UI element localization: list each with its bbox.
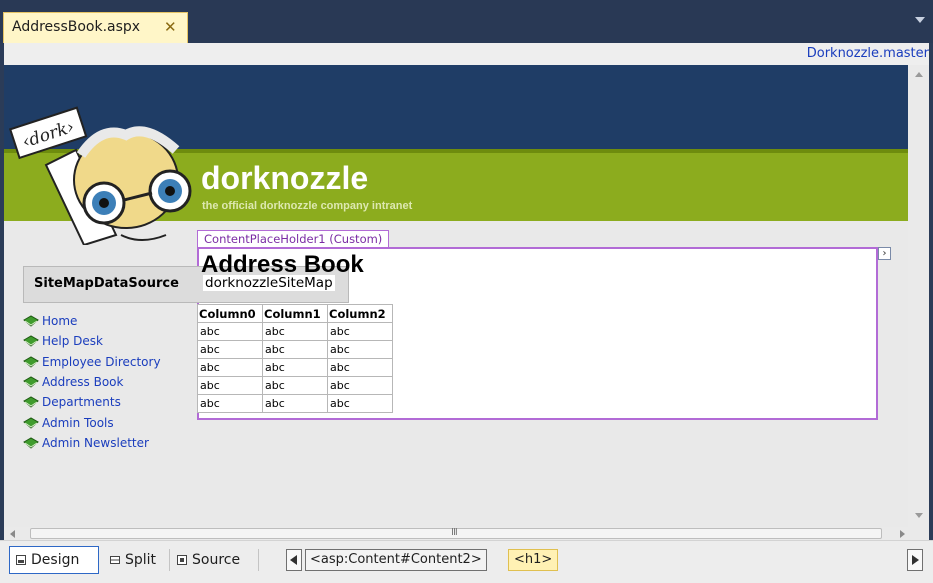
table-cell: abc [197,376,263,395]
book-icon [23,376,39,388]
breadcrumb-scroll-right-button[interactable] [907,549,923,571]
site-name: dorknozzle [201,160,369,196]
table-row: abc abc abc [197,376,393,395]
tab-dropdown-icon[interactable] [915,17,925,23]
site-tagline: the official dorknozzle company intranet [202,200,413,212]
book-icon [23,315,39,327]
book-icon [23,417,39,429]
design-surface: Dorknozzle.master dorknozzle the officia… [4,43,929,540]
grid-header-row: Column0 Column1 Column2 [197,304,393,323]
document-tab[interactable]: AddressBook.aspx ✕ [3,12,188,43]
dorknozzle-logo: ‹dork› [8,106,192,245]
nav-item-label: Departments [42,395,121,410]
grid-column-header: Column2 [327,304,393,323]
master-page-link[interactable]: Dorknozzle.master [807,46,929,61]
view-switcher-bar: Design Split Source <asp:Content#Content… [0,540,933,583]
split-view-button[interactable]: Split [104,546,168,574]
document-tab-strip: AddressBook.aspx ✕ [0,0,933,43]
table-row: abc abc abc [197,322,393,341]
nav-item-label: Home [42,314,78,329]
design-view-label: Design [31,552,80,568]
source-view-label: Source [192,552,241,568]
page-preview: dorknozzle the official dorknozzle compa… [4,65,908,527]
nav-item-admin-newsletter[interactable]: Admin Newsletter [23,433,161,453]
table-cell: abc [327,322,393,341]
table-cell: abc [262,358,328,377]
nav-item-address-book[interactable]: Address Book [23,372,161,392]
grid-column-header: Column0 [197,304,263,323]
nav-item-label: Admin Newsletter [42,435,149,450]
scroll-up-icon[interactable] [915,72,923,77]
page-title[interactable]: Address Book [201,251,364,279]
design-view-button[interactable]: Design [9,546,99,574]
breadcrumb-content-tag[interactable]: <asp:Content#Content2> [305,549,487,571]
table-row: abc abc abc [197,358,393,377]
grid-column-header: Column1 [262,304,328,323]
table-cell: abc [327,340,393,359]
split-view-label: Split [125,552,157,568]
breadcrumb-scroll-left-button[interactable] [286,549,302,571]
table-cell: abc [327,358,393,377]
document-tab-label: AddressBook.aspx [12,19,141,35]
horizontal-scroll-thumb[interactable]: III [30,527,882,539]
breadcrumb-h1-tag[interactable]: <h1> [508,549,559,571]
nav-item-label: Employee Directory [42,354,161,369]
book-icon [23,356,39,368]
nav-item-label: Help Desk [42,334,103,349]
table-cell: abc [197,358,263,377]
nav-item-employee-directory[interactable]: Employee Directory [23,352,161,372]
vertical-scrollbar[interactable] [908,65,929,527]
table-cell: abc [262,376,328,395]
table-cell: abc [197,340,263,359]
nav-item-help-desk[interactable]: Help Desk [23,331,161,351]
table-cell: abc [327,376,393,395]
split-view-icon [110,556,120,564]
content-placeholder-tab[interactable]: ContentPlaceHolder1 (Custom) [197,230,390,248]
source-view-button[interactable]: Source [171,546,251,574]
table-cell: abc [197,394,263,413]
book-icon [23,396,39,408]
nav-item-label: Admin Tools [42,415,114,430]
toolbar-separator [169,549,170,571]
horizontal-scrollbar[interactable]: III [4,527,929,540]
scroll-grip: III [451,527,458,538]
table-cell: abc [197,322,263,341]
scroll-right-icon[interactable] [900,530,905,538]
nav-item-label: Address Book [42,375,124,390]
table-row: abc abc abc [197,394,393,413]
site-nav-menu: Home Help Desk Employee Directory Addres… [23,311,161,453]
nav-item-home[interactable]: Home [23,311,161,331]
table-row: abc abc abc [197,340,393,359]
nav-item-departments[interactable]: Departments [23,392,161,412]
scroll-left-icon[interactable] [10,530,15,538]
book-icon [23,335,39,348]
triangle-left-icon [290,555,297,565]
address-book-grid[interactable]: Column0 Column1 Column2 abc abc abc abc … [197,304,393,413]
smart-tag-arrow-icon[interactable]: › [878,247,891,260]
datasource-type: SiteMapDataSource [34,276,179,291]
scroll-down-icon[interactable] [915,513,923,518]
book-icon [23,437,39,449]
datasource-separator: - [174,276,179,291]
close-tab-icon[interactable]: ✕ [164,18,177,36]
table-cell: abc [262,322,328,341]
master-page-bar: Dorknozzle.master [4,43,929,65]
table-cell: abc [327,394,393,413]
table-cell: abc [262,340,328,359]
nav-item-admin-tools[interactable]: Admin Tools [23,412,161,432]
table-cell: abc [262,394,328,413]
source-view-icon [177,555,187,565]
toolbar-separator [258,549,259,571]
design-view-icon [16,555,26,565]
triangle-right-icon [912,555,919,565]
